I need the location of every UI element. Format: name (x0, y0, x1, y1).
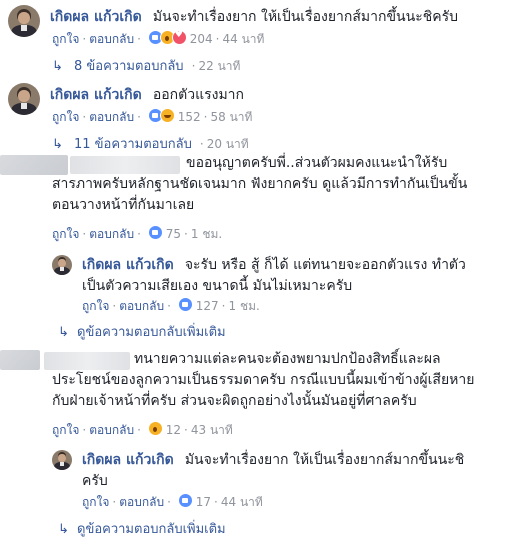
reply-link[interactable]: ตอบกลับ (119, 299, 164, 313)
avatar[interactable] (0, 350, 40, 370)
love-reaction-icon (171, 30, 187, 45)
reply-link[interactable]: ตอบกลับ (89, 32, 134, 46)
reply-arrow-icon: ↳ (52, 137, 63, 152)
comment-body: เกิดผล แก้วเกิด ออกตัวแรงมาก (50, 84, 515, 106)
reaction-count[interactable]: 127 (196, 299, 219, 313)
more-replies[interactable]: ↳ ดูข้อความตอบกลับเพิ่มเติม (58, 321, 226, 342)
view-replies-link[interactable]: 11 ข้อความตอบกลับ (74, 137, 192, 152)
comment-text: ประโยชน์ของลูกความเป็นธรรมดาครับ กรณีแบบ… (52, 372, 475, 388)
reply-text: ครับ (82, 473, 108, 489)
comment-text: ออกตัวแรงมาก (152, 87, 245, 103)
avatar[interactable] (0, 155, 68, 175)
reply-arrow-icon: ↳ (52, 59, 63, 74)
avatar[interactable] (8, 5, 40, 37)
comment-text: ขออนุญาตครับพี่..ส่วนตัวผมคงแนะนำให้รับ (186, 155, 448, 171)
view-replies[interactable]: ↳ 8 ข้อความตอบกลับ · 22 นาที (52, 55, 240, 76)
reply-author[interactable]: เกิดผล แก้วเกิด (82, 257, 174, 273)
avatar[interactable] (52, 450, 72, 470)
reply-body: เกิดผล แก้วเกิด จะรับ หรือ สู้ ก็ได้ แต่… (82, 254, 517, 297)
comment-actions: ถูกใจ·ตอบกลับ· 204·44 นาที (52, 30, 264, 49)
haha-reaction-icon (159, 108, 175, 123)
replies-timestamp: 20 นาที (206, 137, 249, 151)
view-replies-link[interactable]: 8 ข้อความตอบกลับ (74, 59, 184, 74)
comment-timestamp[interactable]: 1 ชม. (191, 227, 222, 241)
like-link[interactable]: ถูกใจ (82, 495, 109, 509)
reply-text: มันจะทำเรื่องยาก ให้เป็นเรื่องยากส์มากขึ… (184, 452, 465, 468)
reply-text: จะรับ หรือ สู้ ก็ได้ แต่ทนายจะออกตัวแรง … (184, 257, 466, 273)
more-replies[interactable]: ↳ ดูข้อความตอบกลับเพิ่มเติม (58, 518, 226, 539)
comment-body: เกิดผล แก้วเกิด มันจะทำเรื่องยาก ให้เป็น… (50, 6, 515, 28)
reaction-count[interactable]: 204 (190, 32, 213, 46)
reply-author[interactable]: เกิดผล แก้วเกิด (82, 452, 174, 468)
comment-author-blurred[interactable] (70, 156, 180, 174)
reaction-count[interactable]: 75 (166, 227, 181, 241)
reply-body: เกิดผล แก้วเกิด มันจะทำเรื่องยาก ให้เป็น… (82, 449, 517, 492)
view-replies[interactable]: ↳ 11 ข้อความตอบกลับ · 20 นาที (52, 133, 249, 154)
avatar[interactable] (52, 255, 72, 275)
wow-reaction-icon[interactable] (147, 421, 163, 436)
comment-text: ทนายความแต่ละคนจะต้องพยามปกป้องสิทธิ์และ… (134, 351, 441, 367)
like-reaction-icon[interactable] (177, 297, 193, 312)
reaction-count[interactable]: 12 (166, 423, 181, 437)
reply-link[interactable]: ตอบกลับ (119, 495, 164, 509)
like-link[interactable]: ถูกใจ (52, 423, 79, 437)
more-replies-link[interactable]: ดูข้อความตอบกลับเพิ่มเติม (77, 522, 226, 537)
comment-text: มันจะทำเรื่องยาก ให้เป็นเรื่องยากส์มากขึ… (152, 9, 458, 25)
reaction-icons[interactable] (147, 30, 187, 46)
comment-timestamp[interactable]: 43 นาที (191, 423, 233, 437)
comment-text: สารภาพครับหลักฐานชัดเจนมาก ฟังยากครับ ดู… (52, 176, 468, 192)
comment-actions: ถูกใจ · ตอบกลับ · 75 · 1 ชม. (52, 225, 223, 241)
like-reaction-icon[interactable] (147, 225, 163, 240)
comment-timestamp[interactable]: 44 นาที (223, 32, 265, 46)
like-link[interactable]: ถูกใจ (52, 32, 79, 46)
reply-actions: ถูกใจ · ตอบกลับ · 17 · 44 นาที (82, 493, 263, 509)
reply-text: เป็นตัวความเสียเอง ขนาดนี้ มันไม่เหมาะคร… (82, 278, 353, 294)
like-link[interactable]: ถูกใจ (52, 110, 79, 124)
like-link[interactable]: ถูกใจ (82, 299, 109, 313)
like-reaction-icon[interactable] (177, 493, 193, 508)
reaction-count[interactable]: 152 (178, 110, 201, 124)
reply-link[interactable]: ตอบกลับ (89, 110, 134, 124)
reply-actions: ถูกใจ · ตอบกลับ · 127 · 1 ชม. (82, 297, 260, 313)
reaction-icons[interactable] (147, 108, 175, 124)
reaction-count[interactable]: 17 (196, 495, 211, 509)
replies-timestamp: 22 นาที (198, 59, 241, 73)
comment-author[interactable]: เกิดผล แก้วเกิด (50, 9, 142, 25)
comment-actions: ถูกใจ · ตอบกลับ · 152 · 58 นาที (52, 108, 253, 124)
comment-actions: ถูกใจ · ตอบกลับ · 12 · 43 นาที (52, 421, 233, 437)
reply-link[interactable]: ตอบกลับ (89, 227, 134, 241)
avatar[interactable] (8, 83, 40, 115)
reply-link[interactable]: ตอบกลับ (89, 423, 134, 437)
reply-timestamp[interactable]: 44 นาที (221, 495, 263, 509)
reply-arrow-icon: ↳ (58, 325, 69, 340)
comment-author[interactable]: เกิดผล แก้วเกิด (50, 87, 142, 103)
reply-arrow-icon: ↳ (58, 522, 69, 537)
comment-text: กับฝ่ายเจ้าหน้าที่ครับ ส่วนจะผิดถูกอย่าง… (52, 393, 417, 409)
more-replies-link[interactable]: ดูข้อความตอบกลับเพิ่มเติม (77, 325, 226, 340)
reply-timestamp[interactable]: 1 ชม. (229, 299, 260, 313)
comment-text: ตอนวางหน้าที่กันมาเลย (52, 197, 195, 213)
comment-timestamp[interactable]: 58 นาที (211, 110, 253, 124)
comment-author-blurred[interactable] (44, 352, 130, 370)
like-link[interactable]: ถูกใจ (52, 227, 79, 241)
